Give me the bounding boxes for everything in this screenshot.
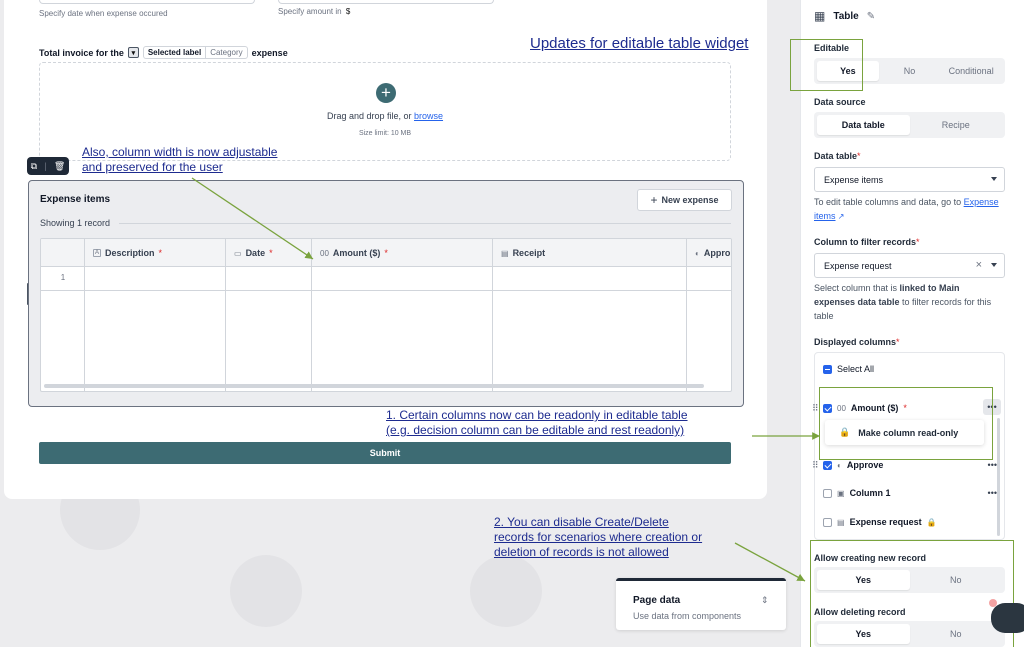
arrow-column-width [191, 177, 314, 260]
annotation-arrows [191, 177, 820, 582]
arrow-create-delete [734, 542, 806, 582]
